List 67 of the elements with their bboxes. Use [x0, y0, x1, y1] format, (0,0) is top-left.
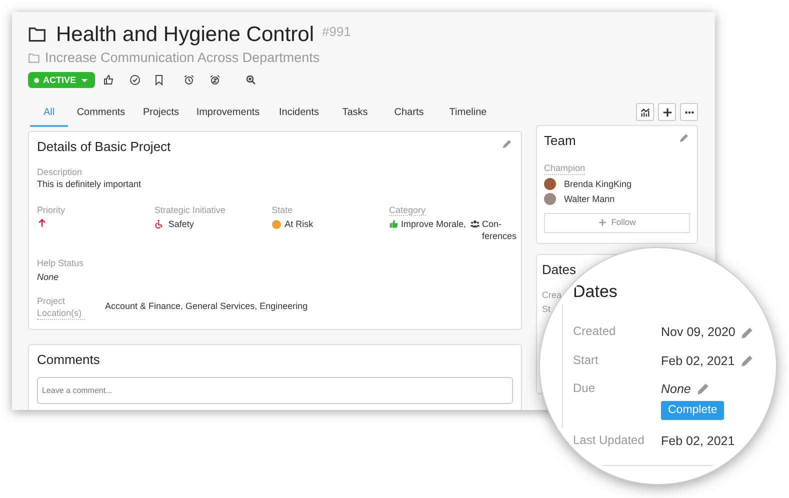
- chart-button[interactable]: [636, 103, 654, 122]
- thumbs-up-icon: [388, 219, 399, 230]
- field-label: Category: [388, 205, 426, 216]
- field-value: This is definitely important: [37, 178, 142, 190]
- tab[interactable]: Projects: [134, 102, 188, 128]
- plus-icon: [598, 218, 608, 228]
- record-number: #991: [322, 23, 351, 41]
- add-button[interactable]: [658, 103, 676, 122]
- field-label: Crea: [542, 290, 562, 300]
- page-title: Health and Hygiene Control: [56, 22, 314, 48]
- field-label: Help Status: [37, 256, 85, 269]
- tab[interactable]: Incidents: [268, 102, 330, 128]
- tab[interactable]: Improvements: [188, 102, 268, 128]
- tab[interactable]: Timeline: [438, 102, 498, 128]
- tab[interactable]: Charts: [380, 102, 438, 128]
- date-value: None: [661, 380, 691, 398]
- field-value: Safety: [168, 218, 194, 230]
- person-name[interactable]: Walter Mann: [564, 193, 615, 206]
- snooze-alarm-icon[interactable]: [209, 74, 222, 86]
- group-icon: [470, 219, 480, 230]
- tab[interactable]: Comments: [68, 102, 134, 128]
- pencil-icon[interactable]: [678, 132, 690, 144]
- field-value: Account & Finance, General Services, Engineering: [105, 300, 308, 312]
- date-value: Nov 09, 2020: [661, 324, 736, 341]
- comment-field[interactable]: Leave a comment...: [37, 376, 513, 404]
- wheelchair-icon: [154, 219, 164, 230]
- priority-arrow-icon: [37, 218, 47, 228]
- more-button[interactable]: [680, 103, 698, 122]
- zoom-in-icon[interactable]: [245, 74, 258, 86]
- field-label: St: [542, 304, 551, 314]
- alarm-clock-icon[interactable]: [183, 74, 196, 86]
- field-label: Strategic Initiative: [154, 205, 226, 216]
- field-value: At Risk: [284, 218, 314, 230]
- like-icon[interactable]: [103, 74, 116, 86]
- pencil-icon[interactable]: [501, 138, 513, 150]
- person-name[interactable]: Brenda KingKing: [564, 178, 632, 190]
- date-label: Created: [573, 324, 617, 340]
- field-label: Priority: [37, 205, 66, 216]
- bookmark-icon[interactable]: [153, 74, 166, 86]
- date-value: Feb 02, 2021: [661, 433, 735, 450]
- chart-icon: [640, 106, 650, 118]
- pencil-icon[interactable]: [694, 381, 711, 398]
- pencil-icon[interactable]: [739, 324, 756, 341]
- role-label: Champion: [544, 162, 586, 175]
- card-title: Dates: [573, 282, 618, 302]
- avatar: [544, 178, 556, 190]
- follow-button[interactable]: Follow: [544, 213, 690, 233]
- add-icon: [662, 106, 672, 118]
- category-value: Con-ferences: [482, 218, 517, 242]
- folder-icon: [28, 52, 41, 65]
- date-label: Last Updated: [573, 433, 646, 449]
- check-circle-icon[interactable]: [129, 74, 142, 86]
- field-label: State: [272, 205, 293, 216]
- avatar: [544, 193, 556, 206]
- card-title: Comments: [37, 351, 101, 369]
- category-value: Improve Morale,: [400, 218, 466, 230]
- field-label: Description: [37, 166, 84, 178]
- field-value: None: [37, 270, 60, 283]
- pencil-icon[interactable]: [738, 352, 755, 369]
- card-title: Team: [544, 132, 576, 150]
- field-label: Project Location(s): [37, 294, 85, 320]
- date-label: Due: [573, 380, 596, 396]
- card-title: Dates: [542, 261, 577, 279]
- date-label: Start: [573, 352, 600, 368]
- card-title: Details of Basic Project: [37, 138, 171, 156]
- tab[interactable]: Tasks: [330, 102, 380, 128]
- date-value: Feb 02, 2021: [661, 352, 735, 369]
